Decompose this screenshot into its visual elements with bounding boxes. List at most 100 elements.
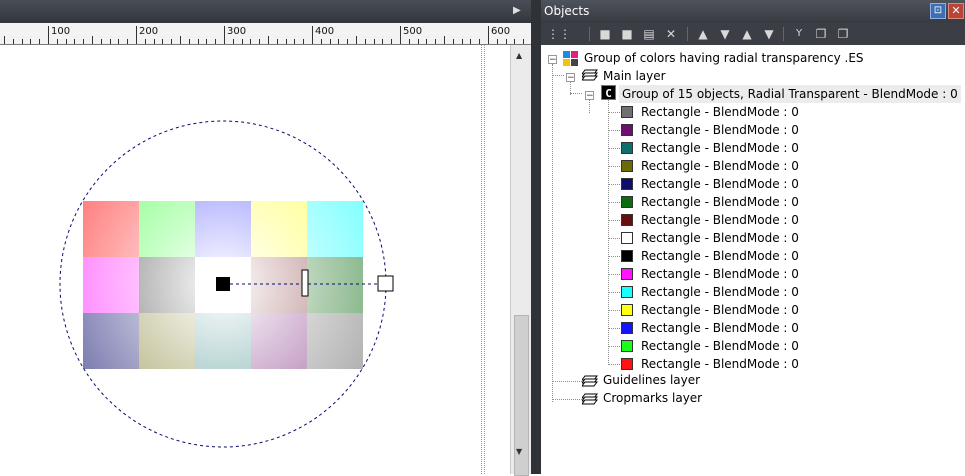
paste-icon[interactable]: ❐ [835, 27, 851, 41]
tree-item-guidelines-layer[interactable]: Guidelines layer [603, 371, 700, 389]
tree-item-rectangle[interactable]: Rectangle - BlendMode : 0 [641, 319, 799, 337]
close-icon[interactable]: ✕ [948, 3, 964, 19]
tree-item-document[interactable]: Group of colors having radial transparen… [584, 49, 864, 67]
tree-connector [608, 328, 620, 329]
lock-icon[interactable]: ■ [619, 27, 635, 41]
tree-connector [608, 274, 620, 275]
transparency-end-handle[interactable] [377, 275, 394, 292]
color-swatch [621, 196, 633, 208]
toolbar-separator [589, 27, 590, 41]
ruler-tick [382, 39, 383, 44]
horizontal-ruler[interactable]: 100 200 300 400 500 600 [0, 23, 531, 45]
pin-icon[interactable]: ⊡ [930, 3, 946, 19]
color-swatch [621, 106, 633, 118]
tree-connector [608, 220, 620, 221]
tree-connector [608, 238, 620, 239]
canvas-title-bar: ▶ [0, 0, 531, 23]
tree-connector [608, 364, 620, 365]
tree-item-cropmarks-layer[interactable]: Cropmarks layer [603, 389, 702, 407]
color-swatch [621, 124, 633, 136]
tree-item-rectangle[interactable]: Rectangle - BlendMode : 0 [641, 139, 799, 157]
tree-connector [608, 346, 620, 347]
layer-icon [582, 393, 598, 405]
tree-item-rectangle[interactable]: Rectangle - BlendMode : 0 [641, 229, 799, 247]
ruler-tick [215, 39, 216, 44]
ruler-tick [462, 39, 463, 44]
ruler-tick [400, 26, 401, 44]
ruler-tick [224, 26, 225, 44]
page-boundary [480, 45, 510, 474]
layer-icon [582, 375, 598, 387]
ruler-tick [206, 39, 207, 44]
ruler-tick [453, 39, 454, 44]
tree-item-rectangle[interactable]: Rectangle - BlendMode : 0 [641, 157, 799, 175]
tree-item-rectangle[interactable]: Rectangle - BlendMode : 0 [641, 121, 799, 139]
filter-icon[interactable]: Y [791, 27, 807, 41]
tree-item-main-layer[interactable]: Main layer [603, 67, 666, 85]
ruler-tick [488, 26, 489, 44]
toolbar-separator [783, 27, 784, 41]
tree-item-rectangle[interactable]: Rectangle - BlendMode : 0 [641, 193, 799, 211]
tree-item-rectangle[interactable]: Rectangle - BlendMode : 0 [641, 247, 799, 265]
group-icon: C [601, 85, 616, 100]
tree-connector [608, 112, 620, 113]
scroll-up-icon[interactable]: ▲ [516, 51, 522, 60]
move-down-icon[interactable]: ▼ [717, 27, 733, 41]
color-swatch [621, 268, 633, 280]
ruler-tick [145, 39, 146, 44]
tree-connector [552, 75, 564, 76]
ruler-tick [4, 36, 5, 44]
ruler-tick [110, 39, 111, 44]
scroll-down-icon[interactable]: ▼ [516, 447, 522, 456]
ruler-tick [66, 39, 67, 44]
ruler-tick [189, 39, 190, 44]
transparency-midpoint-handle[interactable] [301, 269, 309, 297]
objects-toolbar: ⋮⋮ ■ ■ ▤ ✕ ▲ ▼ ▲ ▼ Y ❐ ❐ [541, 23, 965, 45]
panel-splitter[interactable] [531, 0, 541, 474]
expand-toggle[interactable]: − [585, 91, 594, 101]
color-swatch [621, 178, 633, 190]
drawing-canvas[interactable] [0, 45, 480, 474]
ruler-tick [479, 39, 480, 44]
tree-connector [552, 399, 582, 400]
scroll-right-icon[interactable]: ▶ [513, 5, 521, 16]
ruler-tick [391, 39, 392, 44]
expand-toggle[interactable]: − [566, 73, 575, 83]
ruler-tick [523, 39, 524, 44]
ruler-tick [48, 26, 49, 44]
color-swatch [621, 214, 633, 226]
copy-icon[interactable]: ❐ [813, 27, 829, 41]
ruler-tick [233, 39, 234, 44]
color-swatch [621, 160, 633, 172]
tree-item-rectangle[interactable]: Rectangle - BlendMode : 0 [641, 103, 799, 121]
ruler-tick [268, 36, 269, 44]
ruler-tick [374, 39, 375, 44]
lock-open-icon[interactable]: ■ [597, 27, 613, 41]
tree-item-rectangle[interactable]: Rectangle - BlendMode : 0 [641, 211, 799, 229]
canvas-drawing [59, 120, 394, 448]
ruler-tick [136, 26, 137, 44]
tree-item-rectangle[interactable]: Rectangle - BlendMode : 0 [641, 301, 799, 319]
tree-item-rectangle[interactable]: Rectangle - BlendMode : 0 [641, 337, 799, 355]
ruler-tick [74, 39, 75, 44]
delete-icon[interactable]: ✕ [663, 27, 679, 41]
tree-item-rectangle[interactable]: Rectangle - BlendMode : 0 [641, 283, 799, 301]
ruler-tick [418, 39, 419, 44]
transparency-start-handle[interactable] [216, 277, 230, 291]
tree-connector [608, 100, 609, 363]
vertical-scrollbar[interactable]: ▲ ▼ [510, 45, 531, 476]
toolbar-separator [687, 27, 688, 41]
tree-item-rectangle[interactable]: Rectangle - BlendMode : 0 [641, 175, 799, 193]
tree-item-group[interactable]: Group of 15 objects, Radial Transparent … [619, 85, 961, 103]
expand-toggle[interactable]: − [548, 55, 557, 65]
ruler-tick [118, 39, 119, 44]
move-top-icon[interactable]: ▲ [739, 27, 755, 41]
tree-view-icon[interactable]: ⋮⋮ [547, 27, 571, 41]
ruler-tick [22, 39, 23, 44]
tree-connector [608, 130, 620, 131]
tree-item-rectangle[interactable]: Rectangle - BlendMode : 0 [641, 265, 799, 283]
move-bottom-icon[interactable]: ▼ [761, 27, 777, 41]
move-up-icon[interactable]: ▲ [695, 27, 711, 41]
tree-connector [589, 100, 590, 113]
properties-icon[interactable]: ▤ [641, 27, 657, 41]
